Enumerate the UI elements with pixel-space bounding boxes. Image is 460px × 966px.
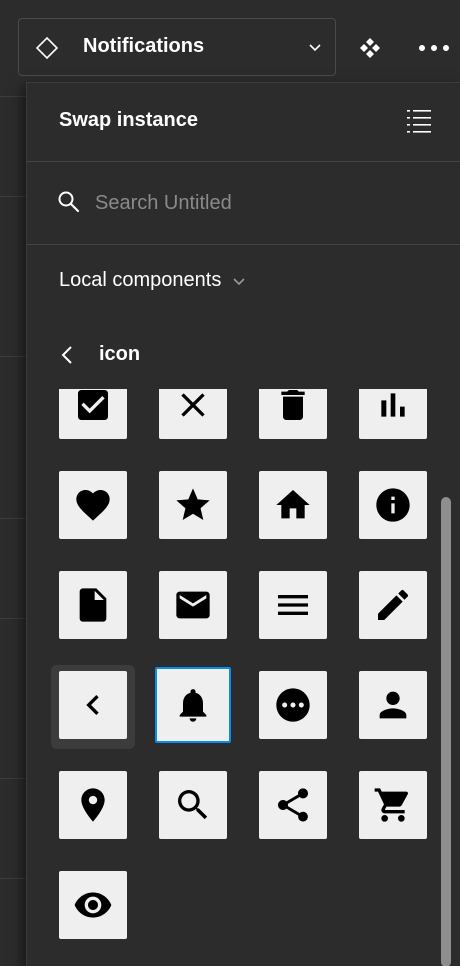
component-tile-search[interactable] [159, 771, 227, 839]
bar-chart-icon [381, 393, 405, 417]
canvas-divider [0, 196, 26, 197]
component-tile-chevron-left[interactable] [59, 671, 127, 739]
search-icon [178, 790, 208, 820]
share-icon [278, 788, 308, 822]
swap-instance-panel: Swap instance Local components icon [26, 82, 460, 966]
component-tile-bell[interactable] [155, 667, 231, 743]
panel-header: Swap instance [27, 83, 460, 162]
component-tile-document[interactable] [59, 571, 127, 639]
folder-label: icon [99, 343, 141, 365]
canvas-divider [0, 778, 26, 779]
component-tile-info[interactable] [359, 471, 427, 539]
info-icon [376, 488, 410, 522]
scrollbar-thumb[interactable] [441, 497, 451, 966]
canvas-divider [0, 356, 26, 357]
go-to-main-component-icon[interactable] [358, 36, 382, 60]
component-tile-bar-chart[interactable] [359, 389, 427, 439]
component-tile-home[interactable] [259, 471, 327, 539]
component-tile-eye[interactable] [59, 871, 127, 939]
component-diamond-icon [35, 36, 59, 60]
search-icon [58, 191, 80, 213]
chevron-down-icon [309, 44, 321, 52]
canvas-divider [0, 878, 26, 879]
component-tile-mail[interactable] [159, 571, 227, 639]
component-tile-heart[interactable] [59, 471, 127, 539]
component-tile-delete[interactable] [259, 389, 327, 439]
panel-title: Swap instance [59, 109, 198, 131]
search-row [27, 162, 460, 245]
component-tile-cart[interactable] [359, 771, 427, 839]
more-options-icon[interactable] [418, 38, 450, 58]
list-view-icon[interactable] [407, 109, 431, 133]
chevron-left-icon [61, 345, 72, 364]
instance-name: Notifications [83, 35, 205, 57]
home-icon [276, 490, 310, 519]
canvas-divider [0, 96, 26, 97]
menu-icon [278, 595, 308, 615]
document-icon [79, 588, 107, 622]
edit-icon [378, 589, 409, 620]
canvas-divider [0, 518, 26, 519]
back-button[interactable]: icon [59, 343, 140, 366]
search-input[interactable] [95, 186, 415, 220]
library-select[interactable]: Local components [59, 269, 247, 292]
component-tile-edit[interactable] [359, 571, 427, 639]
bell-icon [179, 689, 207, 722]
person-icon [379, 691, 407, 719]
component-tile-checkbox[interactable] [59, 389, 127, 439]
component-tile-person[interactable] [359, 671, 427, 739]
chevron-left-icon [86, 695, 99, 715]
component-tile-menu[interactable] [259, 571, 327, 639]
more-horizontal-icon [276, 688, 310, 722]
mail-icon [176, 591, 210, 619]
component-tile-close[interactable] [159, 389, 227, 439]
component-tile-share[interactable] [259, 771, 327, 839]
library-label: Local components [59, 269, 222, 291]
star-icon [176, 488, 210, 520]
eye-icon [74, 892, 112, 918]
close-icon [181, 393, 205, 417]
canvas-divider [0, 618, 26, 619]
delete-icon [281, 390, 305, 420]
heart-icon [76, 490, 110, 521]
chevron-down-icon [233, 277, 245, 285]
icon-grid [27, 389, 460, 966]
cart-icon [374, 788, 409, 822]
instance-select[interactable]: Notifications [18, 18, 336, 76]
component-tile-more-horizontal[interactable] [259, 671, 327, 739]
component-tile-location[interactable] [59, 771, 127, 839]
checkbox-icon [78, 390, 108, 420]
location-icon [81, 788, 105, 822]
component-tile-star[interactable] [159, 471, 227, 539]
